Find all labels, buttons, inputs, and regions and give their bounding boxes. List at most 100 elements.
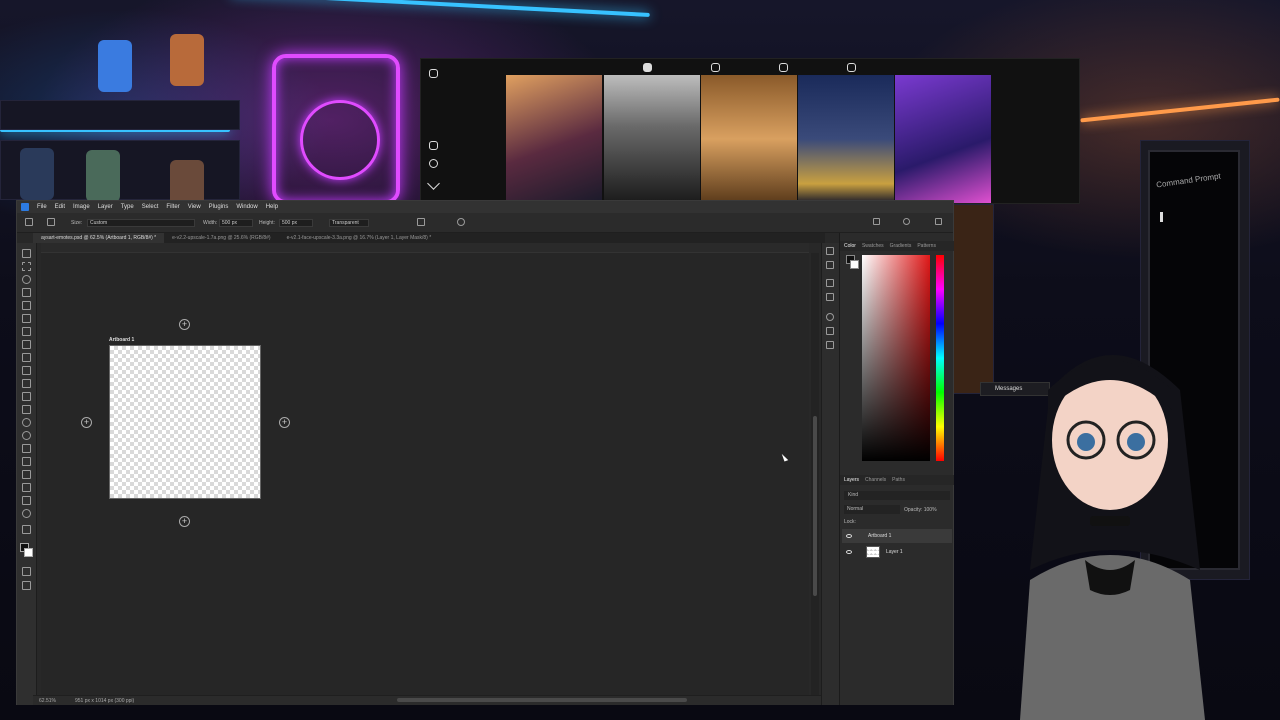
tagged-icon[interactable] [847,63,856,72]
add-artboard-top-icon[interactable]: + [179,319,190,330]
menu-select[interactable]: Select [142,204,159,210]
clone-stamp-tool-icon[interactable] [22,366,31,375]
paragraph-panel-icon[interactable] [826,293,834,301]
gallery-thumb-1[interactable] [506,75,602,203]
explore-icon[interactable] [427,177,440,190]
width-field[interactable]: 500 px [219,219,253,227]
menu-filter[interactable]: Filter [166,204,179,210]
edit-toolbar-icon[interactable] [22,525,31,534]
visibility-eye-icon[interactable] [846,534,852,538]
workspace-icon[interactable] [935,218,942,225]
gear-icon[interactable] [457,218,465,226]
tab-layers[interactable]: Layers [844,475,859,485]
gradient-tool-icon[interactable] [22,405,31,414]
pen-tool-icon[interactable] [22,444,31,453]
tab-paths[interactable]: Paths [892,475,905,485]
adjustments-panel-icon[interactable] [826,313,834,321]
actions-panel-icon[interactable] [826,261,834,269]
crop-tool-icon[interactable] [22,301,31,310]
menu-plugins[interactable]: Plugins [209,204,229,210]
instagram-icon[interactable] [429,69,438,78]
move-tool-icon[interactable] [22,249,31,258]
background-select[interactable]: Transparent [329,219,369,227]
tab-color[interactable]: Color [844,241,856,251]
tab-swatches[interactable]: Swatches [862,241,884,251]
opacity-field[interactable]: Opacity: 100% [904,507,937,513]
menu-layer[interactable]: Layer [98,204,113,210]
horizontal-scrollbar[interactable] [397,698,687,702]
background-color-swatch[interactable] [24,548,33,557]
add-artboard-right-icon[interactable]: + [279,417,290,428]
zoom-level[interactable]: 62.51% [39,698,56,704]
tab-patterns[interactable]: Patterns [917,241,936,251]
healing-brush-tool-icon[interactable] [22,340,31,349]
layer-row-artboard[interactable]: Artboard 1 [842,529,952,543]
tab-aysart-emotes[interactable]: aysart-emotes.psd @ 62.5% (Artboard 1, R… [33,233,165,243]
menu-window[interactable]: Window [236,204,257,210]
frame-tool-icon[interactable] [22,314,31,323]
photoshop-window[interactable]: File Edit Image Layer Type Select Filter… [16,200,954,705]
tab-gradients[interactable]: Gradients [890,241,912,251]
search-icon[interactable] [903,218,910,225]
hue-slider[interactable] [936,255,944,461]
layer-row-layer-1[interactable]: Layer 1 [842,545,952,559]
grid-icon[interactable] [643,63,652,72]
artboard-tool-icon[interactable] [47,218,55,226]
blend-mode-select[interactable]: Normal [844,505,900,514]
artboard[interactable] [109,345,261,499]
add-artboard-bottom-icon[interactable]: + [179,516,190,527]
menu-file[interactable]: File [37,204,47,210]
menu-image[interactable]: Image [73,204,90,210]
neon-light-top [230,0,650,17]
history-panel-icon[interactable] [826,247,834,255]
tab-upscale-1-7a[interactable]: e-v2.2-upscale-1.7a.png @ 25.6% (RGB/8#) [164,233,278,243]
hand-tool-icon[interactable] [22,496,31,505]
eyedropper-tool-icon[interactable] [22,327,31,336]
character-panel-icon[interactable] [826,279,834,287]
height-field[interactable]: 500 px [279,219,313,227]
zoom-tool-icon[interactable] [22,509,31,518]
screen-mode-icon[interactable] [22,581,31,590]
tab-face-upscale-3-3a[interactable]: e-v2.1-face-upscale-3.3a.png @ 16.7% (La… [279,233,440,243]
menu-edit[interactable]: Edit [55,204,65,210]
layer-filter-kind[interactable]: Kind [844,491,950,500]
quick-mask-icon[interactable] [22,567,31,576]
share-icon[interactable] [873,218,880,225]
visibility-eye-icon[interactable] [846,550,852,554]
gallery-thumb-2[interactable] [604,75,700,203]
object-select-tool-icon[interactable] [22,288,31,297]
dodge-tool-icon[interactable] [22,431,31,440]
gallery-thumb-4[interactable] [798,75,894,203]
menu-view[interactable]: View [188,204,201,210]
menu-type[interactable]: Type [121,204,134,210]
brush-tool-icon[interactable] [22,353,31,362]
tab-channels[interactable]: Channels [865,475,886,485]
type-tool-icon[interactable] [22,457,31,466]
artboard-label[interactable]: Artboard 1 [109,337,134,343]
home-icon[interactable] [25,218,33,226]
path-select-tool-icon[interactable] [22,470,31,479]
blur-tool-icon[interactable] [22,418,31,427]
rectangle-tool-icon[interactable] [22,483,31,492]
color-picker-field[interactable] [862,255,930,461]
gallery-thumb-3[interactable] [701,75,797,203]
properties-panel-icon[interactable] [826,341,834,349]
tools-panel [17,243,37,705]
gallery-thumb-5[interactable] [895,75,991,203]
libraries-panel-icon[interactable] [826,327,834,335]
add-artboard-left-icon[interactable]: + [81,417,92,428]
color-panel-background-swatch[interactable] [850,260,859,269]
reels-icon[interactable] [711,63,720,72]
align-icon[interactable] [417,218,425,226]
size-select[interactable]: Custom [87,219,195,227]
eraser-tool-icon[interactable] [22,392,31,401]
menu-help[interactable]: Help [266,204,278,210]
lasso-tool-icon[interactable] [22,275,31,284]
profile-icon[interactable] [429,159,438,168]
vertical-scrollbar[interactable] [813,416,817,596]
history-brush-tool-icon[interactable] [22,379,31,388]
home-icon[interactable] [429,141,438,150]
canvas-area[interactable]: + + + + Artboard 1 [41,253,809,695]
saved-icon[interactable] [779,63,788,72]
marquee-tool-icon[interactable] [22,262,31,271]
